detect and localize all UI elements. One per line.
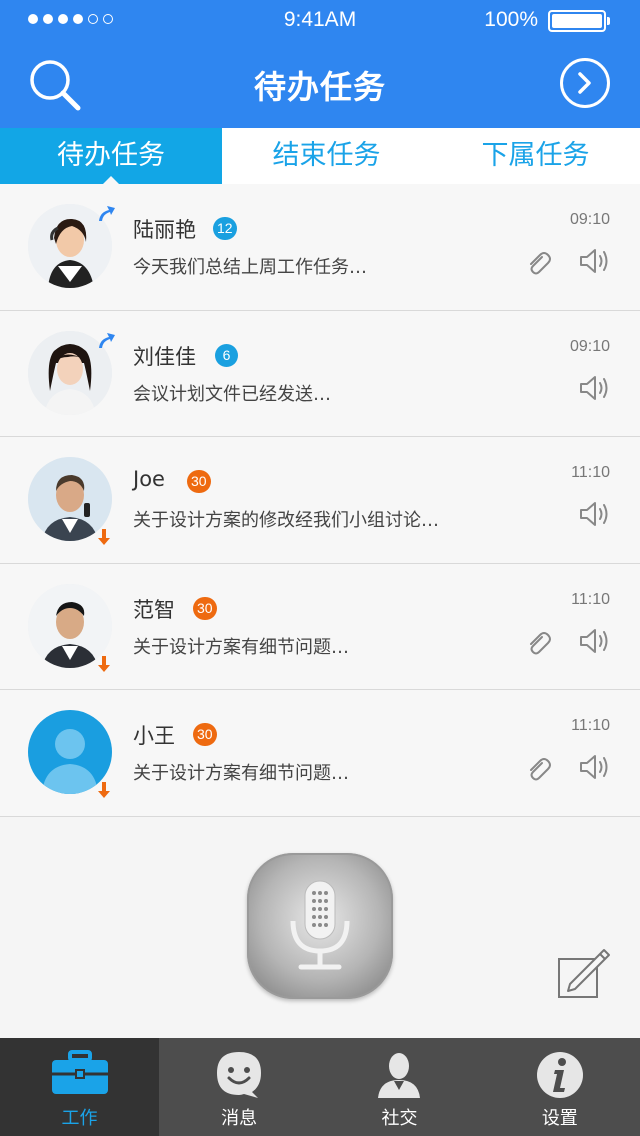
forward-button[interactable] [560, 58, 610, 108]
unread-badge: 30 [193, 723, 217, 746]
tabbar-label: 工作 [61, 1108, 98, 1129]
tab-pending[interactable]: 待办任务 [0, 128, 222, 185]
attachment-icon[interactable] [524, 754, 552, 782]
task-sender-name: Joe [133, 467, 165, 491]
compose-icon[interactable] [556, 944, 612, 1000]
list-item[interactable]: 范智 30 关于设计方案有细节问题… 11:10 [0, 563, 640, 690]
unread-badge: 12 [213, 217, 237, 240]
task-time: 11:10 [571, 464, 610, 481]
tabbar-label: 设置 [541, 1108, 578, 1129]
speaker-icon[interactable] [578, 373, 612, 403]
battery-icon [548, 10, 610, 32]
briefcase-icon [51, 1050, 108, 1094]
tabbar-item-social[interactable]: 社交 [319, 1038, 479, 1136]
attachment-icon[interactable] [524, 628, 552, 656]
task-preview: 会议计划文件已经发送… [133, 383, 331, 405]
tabbar-item-work[interactable]: 工作 [0, 1038, 159, 1136]
status-time: 9:41AM [283, 8, 357, 31]
task-preview: 关于设计方案的修改经我们小组讨论… [133, 510, 439, 531]
tabbar-label: 社交 [381, 1108, 418, 1129]
tabbar-item-settings[interactable]: 设置 [480, 1038, 640, 1136]
task-sender-name: 范智 [133, 597, 175, 622]
page-title: 待办任务 [253, 68, 386, 106]
tab-subordinate[interactable]: 下属任务 [431, 128, 640, 184]
nav-bar: 待办任务 [0, 40, 640, 128]
task-preview: 关于设计方案有细节问题… [133, 636, 349, 658]
incoming-arrow-icon [98, 529, 110, 545]
tabbar-item-messages[interactable]: 消息 [159, 1038, 319, 1136]
unread-badge: 30 [193, 596, 217, 620]
speaker-icon[interactable] [578, 499, 612, 529]
task-time: 11:10 [571, 590, 610, 608]
task-time: 09:10 [569, 337, 610, 355]
speaker-icon[interactable] [578, 246, 612, 276]
task-list: 陆丽艳 12 今天我们总结上周工作任务… 09:10 刘佳佳 6 会议计划文件已… [0, 184, 640, 817]
outgoing-arrow-icon [99, 332, 115, 348]
task-sender-name: 刘佳佳 [133, 344, 196, 369]
chevron-right-icon [578, 72, 591, 94]
speaker-icon[interactable] [578, 752, 612, 782]
unread-badge: 30 [187, 470, 211, 493]
info-icon [536, 1052, 583, 1098]
incoming-arrow-icon [98, 782, 110, 798]
attachment-icon[interactable] [524, 248, 552, 276]
bottom-tab-bar: 工作 消息 社交 设置 [0, 1038, 640, 1136]
list-item[interactable]: 小王 30 关于设计方案有细节问题… 11:10 [0, 690, 640, 817]
list-item[interactable]: 刘佳佳 6 会议计划文件已经发送… 09:10 [0, 310, 640, 437]
contact-icon [378, 1053, 421, 1098]
unread-badge: 6 [215, 343, 238, 367]
task-sender-name: 小王 [133, 724, 175, 748]
voice-input-button[interactable] [247, 853, 393, 999]
speaker-icon[interactable] [578, 626, 612, 656]
chat-smile-icon [217, 1052, 262, 1098]
task-time: 09:10 [569, 211, 610, 228]
list-item[interactable]: Joe 30 关于设计方案的修改经我们小组讨论… 11:10 [0, 437, 640, 564]
outgoing-arrow-icon [99, 206, 115, 221]
task-sender-name: 陆丽艳 [133, 218, 196, 242]
task-preview: 今天我们总结上周工作任务… [133, 257, 367, 278]
tabbar-label: 消息 [221, 1108, 258, 1129]
list-item[interactable]: 陆丽艳 12 今天我们总结上周工作任务… 09:10 [0, 184, 640, 311]
task-tabs: 待办任务 结束任务 下属任务 [0, 128, 640, 185]
microphone-icon [290, 880, 350, 970]
status-bar: 9:41AM 100% [0, 0, 640, 40]
incoming-arrow-icon [98, 655, 110, 672]
battery-percent: 100% [484, 8, 538, 31]
task-time: 11:10 [571, 717, 610, 734]
tab-finished[interactable]: 结束任务 [222, 128, 431, 184]
task-preview: 关于设计方案有细节问题… [133, 763, 349, 784]
